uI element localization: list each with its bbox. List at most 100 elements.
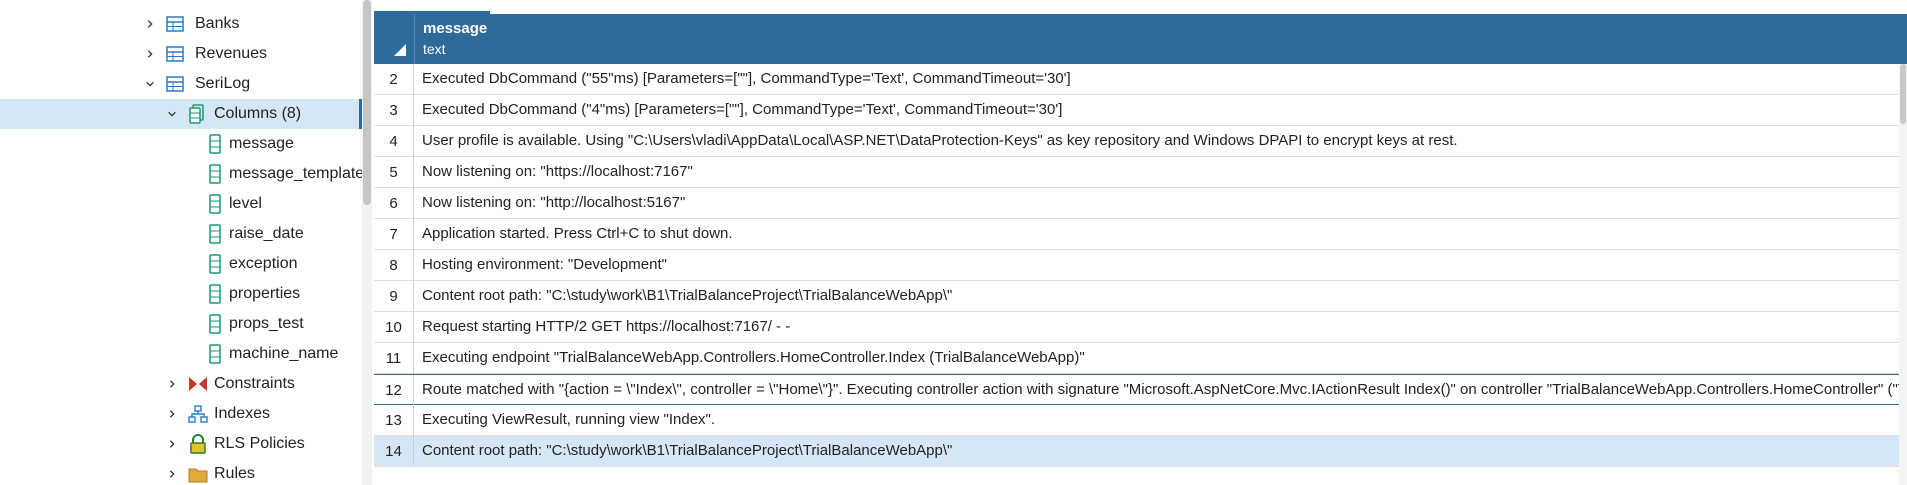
message-cell[interactable]: Route matched with "{action = \"Index\",… (422, 375, 1907, 405)
column-icon (205, 284, 225, 304)
chevron-right-icon[interactable] (167, 409, 177, 419)
chevron-right-icon[interactable] (167, 469, 177, 479)
tree-item-column-message[interactable]: message (0, 129, 362, 159)
tree-item-banks[interactable]: Banks (0, 9, 362, 39)
message-cell[interactable]: Executed DbCommand ("4"ms) [Parameters=[… (422, 95, 1062, 125)
row-number[interactable]: 8 (374, 250, 414, 280)
tree-item-label: message_template (229, 165, 362, 182)
table-row[interactable]: 9 Content root path: "C:\study\work\B1\T… (374, 281, 1899, 312)
output-tabs (374, 0, 1907, 14)
message-cell[interactable]: Content root path: "C:\study\work\B1\Tri… (422, 281, 952, 311)
column-header-message[interactable]: message text (414, 14, 487, 64)
row-number[interactable]: 3 (374, 95, 414, 125)
select-all-corner[interactable] (374, 14, 414, 64)
grid-scrollbar-thumb[interactable] (1900, 64, 1906, 124)
tree-item-rules[interactable]: Rules (0, 459, 362, 485)
tree-item-label: Banks (195, 15, 240, 32)
tree-item-serilog[interactable]: SeriLog (0, 69, 362, 99)
row-number[interactable]: 2 (374, 64, 414, 94)
table-row[interactable]: 2 Executed DbCommand ("55"ms) [Parameter… (374, 64, 1899, 95)
row-number[interactable]: 6 (374, 188, 414, 218)
row-number[interactable]: 7 (374, 219, 414, 249)
table-row[interactable]: 11 Executing endpoint "TrialBalanceWebAp… (374, 343, 1899, 374)
column-icon (205, 194, 225, 214)
corner-triangle-icon (394, 44, 406, 56)
chevron-down-icon[interactable] (167, 109, 177, 119)
tree-item-column-level[interactable]: level (0, 189, 362, 219)
table-row[interactable]: 10 Request starting HTTP/2 GET https://l… (374, 312, 1899, 343)
tree-item-columns[interactable]: Columns (8) (0, 99, 362, 129)
message-cell[interactable]: Content root path: "C:\study\work\B1\Tri… (422, 436, 952, 466)
row-number[interactable]: 9 (374, 281, 414, 311)
tree-item-label: exception (229, 255, 298, 272)
column-icon (205, 224, 225, 244)
message-cell[interactable]: User profile is available. Using "C:\Use… (422, 126, 1458, 156)
column-icon (205, 164, 225, 184)
tree-item-column-exception[interactable]: exception (0, 249, 362, 279)
tree-scrollbar-thumb[interactable] (363, 0, 371, 205)
tree-scrollbar[interactable] (362, 0, 372, 485)
tree-item-label: level (229, 195, 262, 212)
table-row[interactable]: 8 Hosting environment: "Development" (374, 250, 1899, 281)
tree-item-indexes[interactable]: Indexes (0, 399, 362, 429)
message-cell[interactable]: Application started. Press Ctrl+C to shu… (422, 219, 733, 249)
chevron-down-icon[interactable] (145, 79, 155, 89)
object-explorer-tree: Banks Revenues SeriLog Columns (8) messa… (0, 0, 362, 485)
tree-item-label: properties (229, 285, 301, 302)
row-number[interactable]: 10 (374, 312, 414, 342)
message-cell[interactable]: Executing ViewResult, running view "Inde… (422, 405, 715, 435)
tree-item-revenues[interactable]: Revenues (0, 39, 362, 69)
row-number[interactable]: 12 (374, 375, 414, 405)
column-type: text (423, 41, 446, 57)
tree-item-label: RLS Policies (214, 435, 305, 452)
message-cell[interactable]: Now listening on: "https://localhost:716… (422, 157, 693, 187)
indexes-icon (188, 404, 208, 424)
row-number[interactable]: 5 (374, 157, 414, 187)
message-cell[interactable]: Hosting environment: "Development" (422, 250, 667, 280)
chevron-right-icon[interactable] (167, 439, 177, 449)
tree-item-constraints[interactable]: Constraints (0, 369, 362, 399)
table-icon (165, 14, 185, 34)
tree-item-label: raise_date (229, 225, 304, 242)
tree-item-rls-policies[interactable]: RLS Policies (0, 429, 362, 459)
chevron-right-icon[interactable] (145, 19, 155, 29)
row-number[interactable]: 11 (374, 343, 414, 373)
column-name: message (423, 20, 488, 37)
constraints-icon (188, 374, 208, 394)
rules-icon (188, 464, 208, 484)
table-row[interactable]: 7 Application started. Press Ctrl+C to s… (374, 219, 1899, 250)
grid-body: 2 Executed DbCommand ("55"ms) [Parameter… (374, 64, 1907, 485)
table-row[interactable]: 6 Now listening on: "http://localhost:51… (374, 188, 1899, 219)
column-icon (205, 314, 225, 334)
table-row-focused[interactable]: 12 Route matched with "{action = \"Index… (374, 374, 1907, 405)
tree-item-label: Revenues (195, 45, 268, 62)
row-number[interactable]: 13 (374, 405, 414, 435)
table-row[interactable]: 5 Now listening on: "https://localhost:7… (374, 157, 1899, 188)
row-number[interactable]: 14 (374, 436, 414, 466)
tree-item-label: machine_name (229, 345, 339, 362)
table-row[interactable]: 4 User profile is available. Using "C:\U… (374, 126, 1899, 157)
tree-item-label: Constraints (214, 375, 295, 392)
grid-scrollbar[interactable] (1899, 64, 1907, 485)
tree-item-column-raise-date[interactable]: raise_date (0, 219, 362, 249)
row-number[interactable]: 4 (374, 126, 414, 156)
tree-item-label: message (229, 135, 294, 152)
tree-item-column-message-template[interactable]: message_template (0, 159, 362, 189)
tree-item-column-properties[interactable]: properties (0, 279, 362, 309)
tree-item-label: Indexes (214, 405, 271, 422)
chevron-right-icon[interactable] (145, 49, 155, 59)
tree-item-label: props_test (229, 315, 304, 332)
tree-item-column-machine-name[interactable]: machine_name (0, 339, 362, 369)
message-cell[interactable]: Now listening on: "http://localhost:5167… (422, 188, 685, 218)
table-row[interactable]: 13 Executing ViewResult, running view "I… (374, 405, 1899, 436)
table-row-selected[interactable]: 14 Content root path: "C:\study\work\B1\… (374, 436, 1899, 467)
chevron-right-icon[interactable] (167, 379, 177, 389)
lock-icon (188, 434, 208, 454)
message-cell[interactable]: Executed DbCommand ("55"ms) [Parameters=… (422, 64, 1071, 94)
table-row[interactable]: 3 Executed DbCommand ("4"ms) [Parameters… (374, 95, 1899, 126)
tree-item-column-props-test[interactable]: props_test (0, 309, 362, 339)
tree-item-label: Columns (8) (214, 105, 302, 122)
table-icon (165, 44, 185, 64)
message-cell[interactable]: Executing endpoint "TrialBalanceWebApp.C… (422, 343, 1085, 373)
message-cell[interactable]: Request starting HTTP/2 GET https://loca… (422, 312, 790, 342)
